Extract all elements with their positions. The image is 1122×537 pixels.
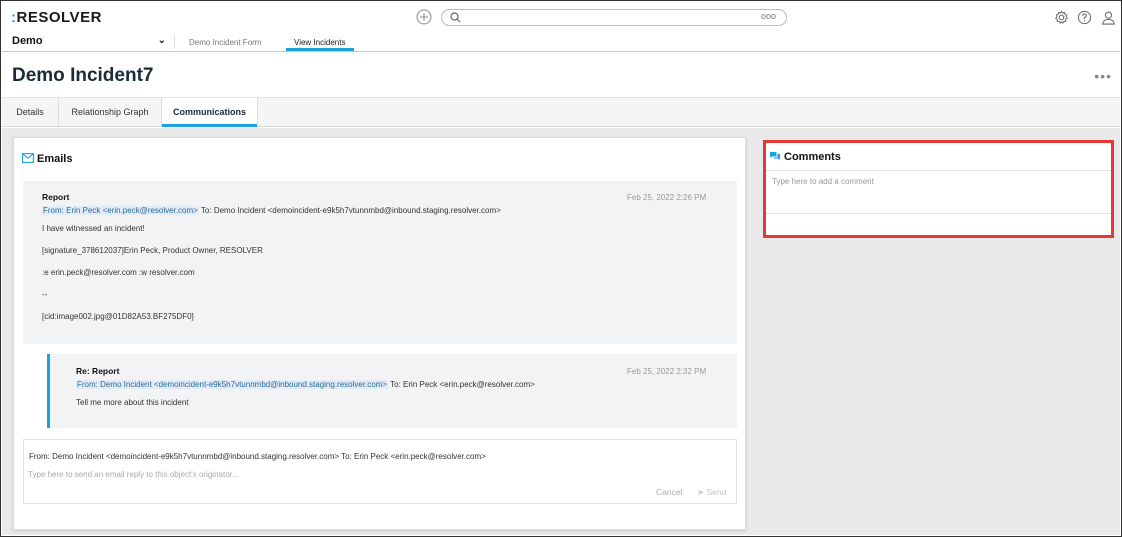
nav-link-view-incidents[interactable]: View Incidents <box>294 38 345 47</box>
resolver-logo[interactable]: :RESOLVER <box>11 9 102 26</box>
active-tab-indicator <box>162 124 257 127</box>
chevron-down-icon: ⌄ <box>157 35 166 46</box>
send-icon: ➤ <box>697 487 705 497</box>
nav-link-demo-incident-form[interactable]: Demo Incident Form <box>189 38 261 47</box>
email-body-line: :e erin.peck@resolver.com :w resolver.co… <box>42 268 195 277</box>
page-header: Demo Incident7 ••• <box>2 53 1120 98</box>
search-input[interactable] <box>466 11 756 24</box>
tab-communications[interactable]: Communications <box>162 98 258 127</box>
comments-panel: Comments <box>763 140 1114 238</box>
divider <box>766 170 1111 171</box>
help-icon[interactable] <box>1077 10 1092 25</box>
email-header-line: From: Demo Incident <demoincident-e9k5h7… <box>76 380 535 389</box>
reply-indicator <box>47 354 50 428</box>
add-circle-icon[interactable] <box>416 9 432 25</box>
email-body-line: [signature_378612037]Erin Peck, Product … <box>42 246 263 255</box>
email-date: Feb 25, 2022 2:32 PM <box>627 367 707 376</box>
comments-icon <box>770 152 780 160</box>
email-reply-input[interactable] <box>28 468 728 480</box>
tab-relationship-graph[interactable]: Relationship Graph <box>59 98 162 127</box>
cancel-button[interactable]: Cancel <box>656 487 682 497</box>
email-body-line: I have witnessed an incident! <box>42 224 145 233</box>
email-header-line: From: Erin Peck <erin.peck@resolver.com>… <box>42 206 501 215</box>
email-to: To: Demo Incident <demoincident-e9k5h7vt… <box>198 206 501 215</box>
app-window: :RESOLVER ooo Demo ⌄ Demo Incident Form … <box>2 2 1120 535</box>
comment-input[interactable] <box>772 177 1102 207</box>
email-reply-message[interactable]: Re: Report Feb 25, 2022 2:32 PM From: De… <box>47 354 737 428</box>
email-reply-composer: From: Demo Incident <demoincident-e9k5h7… <box>23 439 737 504</box>
app-selector[interactable]: Demo ⌄ <box>12 35 166 49</box>
global-search[interactable]: ooo <box>441 9 787 26</box>
emails-panel: Emails Report Feb 25, 2022 2:26 PM From:… <box>13 137 746 530</box>
page-title: Demo Incident7 <box>12 65 154 86</box>
nav-divider <box>174 35 175 49</box>
more-options-icon[interactable]: ••• <box>1094 68 1112 84</box>
object-tabs: Details Relationship Graph Communication… <box>2 98 1120 127</box>
envelope-icon <box>22 153 34 163</box>
email-body-line: Tell me more about this incident <box>76 398 189 407</box>
user-icon[interactable] <box>1101 10 1116 25</box>
search-options-icon[interactable]: ooo <box>761 11 776 21</box>
gear-icon[interactable] <box>1054 10 1069 25</box>
email-body-line: [cid:image002.jpg@01D82A53.BF275DF0] <box>42 312 194 321</box>
send-button[interactable]: ➤ Send <box>697 487 726 498</box>
divider <box>766 213 1111 214</box>
search-icon <box>450 12 461 23</box>
email-subject: Report <box>42 192 70 202</box>
email-message[interactable]: Report Feb 25, 2022 2:26 PM From: Erin P… <box>23 181 737 344</box>
email-from: From: Demo Incident <demoincident-e9k5h7… <box>76 380 389 389</box>
top-bar: :RESOLVER ooo <box>2 2 1120 32</box>
compose-address-line: From: Demo Incident <demoincident-e9k5h7… <box>29 452 486 461</box>
tab-details[interactable]: Details <box>2 98 59 127</box>
app-selector-label: Demo <box>12 35 43 47</box>
emails-heading: Emails <box>22 153 72 165</box>
comments-heading: Comments <box>769 151 841 163</box>
email-subject: Re: Report <box>76 366 120 376</box>
email-to: To: Erin Peck <erin.peck@resolver.com> <box>388 380 535 389</box>
email-from: From: Erin Peck <erin.peck@resolver.com> <box>42 206 199 215</box>
email-date: Feb 25, 2022 2:26 PM <box>627 193 707 202</box>
app-nav-bar: Demo ⌄ Demo Incident Form View Incidents <box>2 32 1120 52</box>
active-nav-indicator <box>286 48 354 51</box>
email-body-line: -- <box>42 290 48 299</box>
